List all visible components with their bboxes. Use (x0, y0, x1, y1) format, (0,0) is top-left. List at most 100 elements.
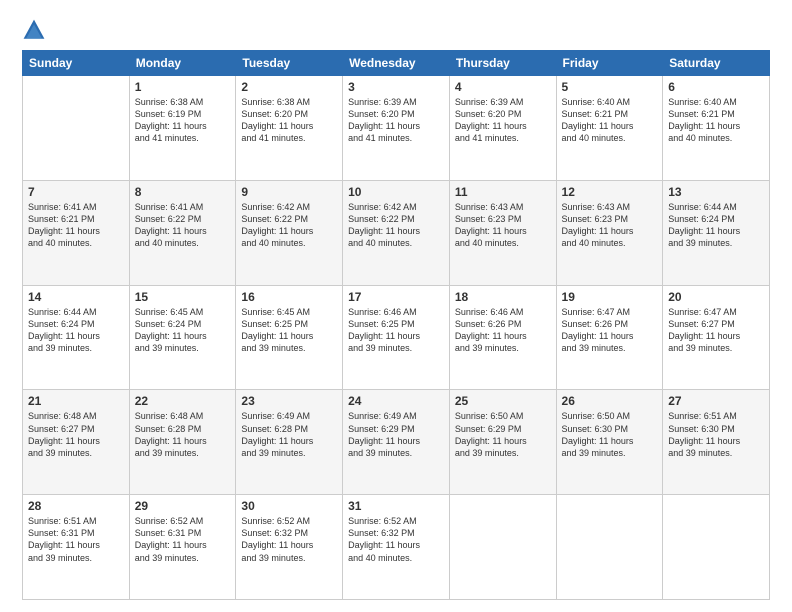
day-number: 19 (562, 290, 658, 304)
calendar-cell: 2Sunrise: 6:38 AM Sunset: 6:20 PM Daylig… (236, 76, 343, 181)
week-row-4: 21Sunrise: 6:48 AM Sunset: 6:27 PM Dayli… (23, 390, 770, 495)
day-info: Sunrise: 6:43 AM Sunset: 6:23 PM Dayligh… (455, 201, 551, 250)
logo (22, 18, 50, 42)
day-info: Sunrise: 6:40 AM Sunset: 6:21 PM Dayligh… (562, 96, 658, 145)
calendar-cell: 6Sunrise: 6:40 AM Sunset: 6:21 PM Daylig… (663, 76, 770, 181)
day-info: Sunrise: 6:46 AM Sunset: 6:26 PM Dayligh… (455, 306, 551, 355)
day-number: 16 (241, 290, 337, 304)
calendar-cell: 16 Sunrise: 6:45 AM Sunset: 6:25 PM Dayli… (236, 285, 343, 390)
day-info: Sunrise: 6:51 AM Sunset: 6:31 PM Dayligh… (28, 515, 124, 564)
day-number: 30 (241, 499, 337, 513)
logo-icon (22, 18, 46, 42)
day-info: Sunrise: 6:47 AM Sunset: 6:26 PM Dayligh… (562, 306, 658, 355)
calendar-cell: 10 Sunrise: 6:42 AM Sunset: 6:22 PM Dayli… (343, 180, 450, 285)
day-info: Sunrise: 6:44 AM Sunset: 6:24 PM Dayligh… (668, 201, 764, 250)
calendar-cell: 27 Sunrise: 6:51 AM Sunset: 6:30 PM Dayli… (663, 390, 770, 495)
day-number: 10 (348, 185, 444, 199)
day-number: 18 (455, 290, 551, 304)
day-number: 15 (135, 290, 231, 304)
calendar-cell: 8 Sunrise: 6:41 AM Sunset: 6:22 PM Daylig… (129, 180, 236, 285)
weekday-header-wednesday: Wednesday (343, 51, 450, 76)
day-info: Sunrise: 6:50 AM Sunset: 6:29 PM Dayligh… (455, 410, 551, 459)
day-info: Sunrise: 6:45 AM Sunset: 6:25 PM Dayligh… (241, 306, 337, 355)
day-number: 31 (348, 499, 444, 513)
day-info: Sunrise: 6:42 AM Sunset: 6:22 PM Dayligh… (241, 201, 337, 250)
day-number: 8 (135, 185, 231, 199)
day-info: Sunrise: 6:42 AM Sunset: 6:22 PM Dayligh… (348, 201, 444, 250)
calendar-cell: 5 Sunrise: 6:40 AM Sunset: 6:21 PM Daylig… (556, 76, 663, 181)
calendar-cell (663, 495, 770, 600)
day-info: Sunrise: 6:48 AM Sunset: 6:28 PM Dayligh… (135, 410, 231, 459)
calendar-cell: 18 Sunrise: 6:46 AM Sunset: 6:26 PM Dayli… (449, 285, 556, 390)
week-row-3: 14Sunrise: 6:44 AM Sunset: 6:24 PM Dayli… (23, 285, 770, 390)
day-number: 23 (241, 394, 337, 408)
calendar-cell: 14Sunrise: 6:44 AM Sunset: 6:24 PM Dayli… (23, 285, 130, 390)
calendar-cell: 24 Sunrise: 6:49 AM Sunset: 6:29 PM Dayli… (343, 390, 450, 495)
calendar-cell: 12 Sunrise: 6:43 AM Sunset: 6:23 PM Dayli… (556, 180, 663, 285)
day-number: 28 (28, 499, 124, 513)
week-row-1: 1 Sunrise: 6:38 AM Sunset: 6:19 PM Daylig… (23, 76, 770, 181)
day-number: 24 (348, 394, 444, 408)
calendar-cell: 22Sunrise: 6:48 AM Sunset: 6:28 PM Dayli… (129, 390, 236, 495)
day-number: 5 (562, 80, 658, 94)
calendar-cell: 15 Sunrise: 6:45 AM Sunset: 6:24 PM Dayli… (129, 285, 236, 390)
day-number: 1 (135, 80, 231, 94)
weekday-header-sunday: Sunday (23, 51, 130, 76)
day-info: Sunrise: 6:49 AM Sunset: 6:28 PM Dayligh… (241, 410, 337, 459)
day-info: Sunrise: 6:39 AM Sunset: 6:20 PM Dayligh… (455, 96, 551, 145)
day-number: 14 (28, 290, 124, 304)
day-info: Sunrise: 6:52 AM Sunset: 6:32 PM Dayligh… (241, 515, 337, 564)
calendar-cell: 1 Sunrise: 6:38 AM Sunset: 6:19 PM Daylig… (129, 76, 236, 181)
day-info: Sunrise: 6:49 AM Sunset: 6:29 PM Dayligh… (348, 410, 444, 459)
calendar-cell: 29 Sunrise: 6:52 AM Sunset: 6:31 PM Dayli… (129, 495, 236, 600)
calendar-cell: 13Sunrise: 6:44 AM Sunset: 6:24 PM Dayli… (663, 180, 770, 285)
calendar-cell: 17 Sunrise: 6:46 AM Sunset: 6:25 PM Dayli… (343, 285, 450, 390)
calendar-cell: 23 Sunrise: 6:49 AM Sunset: 6:28 PM Dayli… (236, 390, 343, 495)
day-info: Sunrise: 6:43 AM Sunset: 6:23 PM Dayligh… (562, 201, 658, 250)
calendar-cell: 26 Sunrise: 6:50 AM Sunset: 6:30 PM Dayli… (556, 390, 663, 495)
calendar-cell: 9 Sunrise: 6:42 AM Sunset: 6:22 PM Daylig… (236, 180, 343, 285)
day-info: Sunrise: 6:52 AM Sunset: 6:31 PM Dayligh… (135, 515, 231, 564)
day-info: Sunrise: 6:38 AM Sunset: 6:19 PM Dayligh… (135, 96, 231, 145)
calendar-cell: 30 Sunrise: 6:52 AM Sunset: 6:32 PM Dayli… (236, 495, 343, 600)
day-info: Sunrise: 6:46 AM Sunset: 6:25 PM Dayligh… (348, 306, 444, 355)
day-number: 12 (562, 185, 658, 199)
page: SundayMondayTuesdayWednesdayThursdayFrid… (0, 0, 792, 612)
weekday-header-saturday: Saturday (663, 51, 770, 76)
calendar-cell: 21Sunrise: 6:48 AM Sunset: 6:27 PM Dayli… (23, 390, 130, 495)
day-number: 29 (135, 499, 231, 513)
calendar-cell: 11 Sunrise: 6:43 AM Sunset: 6:23 PM Dayli… (449, 180, 556, 285)
calendar-cell: 31 Sunrise: 6:52 AM Sunset: 6:32 PM Dayli… (343, 495, 450, 600)
day-info: Sunrise: 6:39 AM Sunset: 6:20 PM Dayligh… (348, 96, 444, 145)
calendar-cell: 25 Sunrise: 6:50 AM Sunset: 6:29 PM Dayli… (449, 390, 556, 495)
day-info: Sunrise: 6:50 AM Sunset: 6:30 PM Dayligh… (562, 410, 658, 459)
calendar-cell (449, 495, 556, 600)
day-info: Sunrise: 6:41 AM Sunset: 6:21 PM Dayligh… (28, 201, 124, 250)
calendar-cell (556, 495, 663, 600)
day-info: Sunrise: 6:41 AM Sunset: 6:22 PM Dayligh… (135, 201, 231, 250)
day-info: Sunrise: 6:51 AM Sunset: 6:30 PM Dayligh… (668, 410, 764, 459)
calendar-cell (23, 76, 130, 181)
week-row-5: 28 Sunrise: 6:51 AM Sunset: 6:31 PM Dayli… (23, 495, 770, 600)
day-number: 25 (455, 394, 551, 408)
calendar-cell: 4Sunrise: 6:39 AM Sunset: 6:20 PM Daylig… (449, 76, 556, 181)
weekday-header-monday: Monday (129, 51, 236, 76)
day-number: 7 (28, 185, 124, 199)
day-number: 27 (668, 394, 764, 408)
day-number: 11 (455, 185, 551, 199)
calendar-cell: 7 Sunrise: 6:41 AM Sunset: 6:21 PM Daylig… (23, 180, 130, 285)
week-row-2: 7 Sunrise: 6:41 AM Sunset: 6:21 PM Daylig… (23, 180, 770, 285)
calendar-cell: 19 Sunrise: 6:47 AM Sunset: 6:26 PM Dayli… (556, 285, 663, 390)
weekday-header-tuesday: Tuesday (236, 51, 343, 76)
day-info: Sunrise: 6:52 AM Sunset: 6:32 PM Dayligh… (348, 515, 444, 564)
header (22, 18, 770, 42)
weekday-header-thursday: Thursday (449, 51, 556, 76)
weekday-header-friday: Friday (556, 51, 663, 76)
day-info: Sunrise: 6:47 AM Sunset: 6:27 PM Dayligh… (668, 306, 764, 355)
day-number: 17 (348, 290, 444, 304)
day-info: Sunrise: 6:48 AM Sunset: 6:27 PM Dayligh… (28, 410, 124, 459)
day-number: 9 (241, 185, 337, 199)
day-number: 26 (562, 394, 658, 408)
day-info: Sunrise: 6:38 AM Sunset: 6:20 PM Dayligh… (241, 96, 337, 145)
day-info: Sunrise: 6:45 AM Sunset: 6:24 PM Dayligh… (135, 306, 231, 355)
